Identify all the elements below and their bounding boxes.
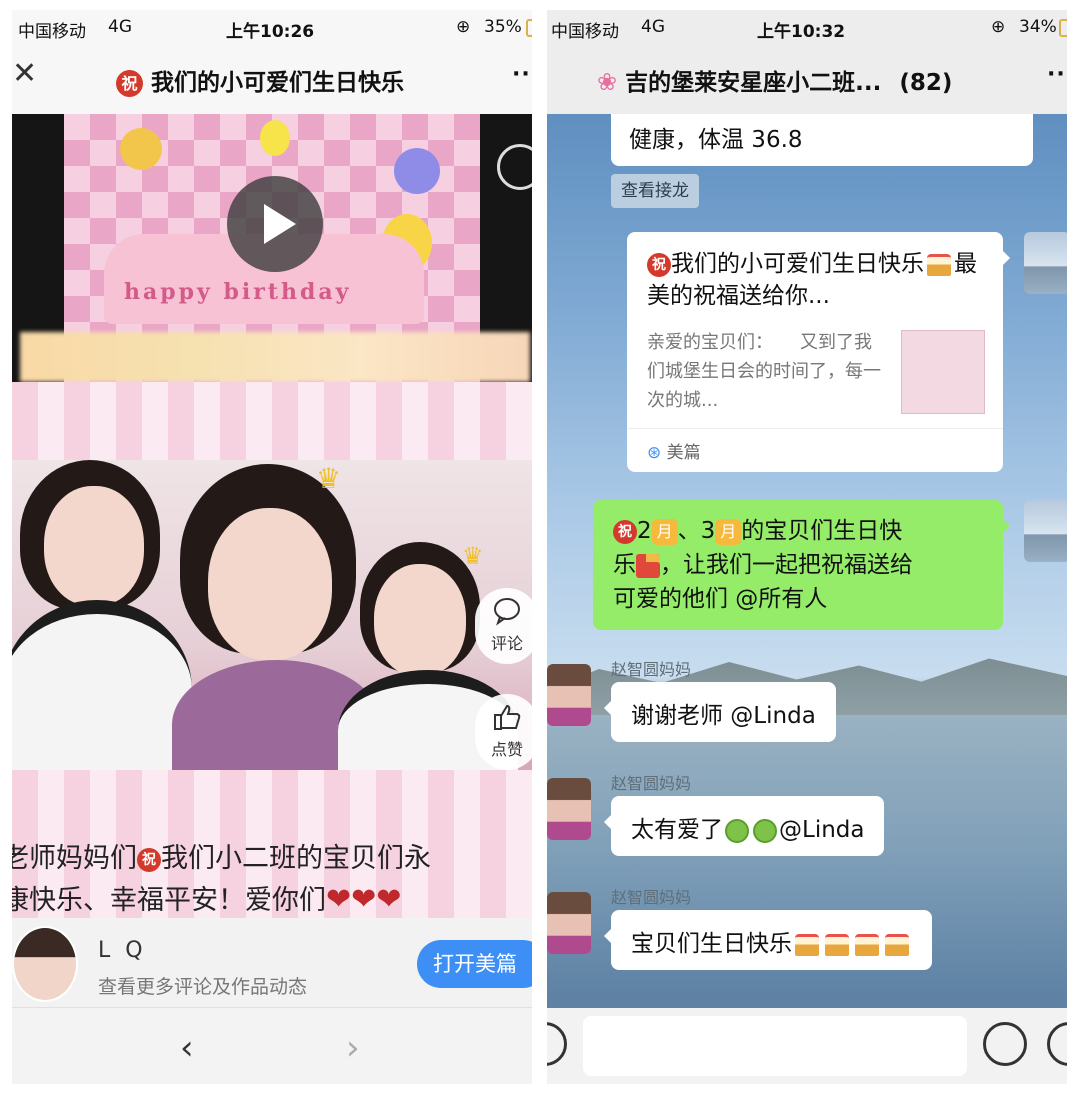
message-bubble: 宝贝们生日快乐 [604, 910, 932, 970]
back-arrow-icon[interactable]: ‹ [180, 1028, 194, 1068]
bear-balloon-icon [120, 128, 162, 170]
meipian-logo-icon: ⊛ [647, 443, 662, 463]
orientation-lock-icon: ⊕ [991, 17, 1006, 37]
more-comments-link[interactable]: 查看更多评论及作品动态 [98, 972, 307, 999]
article-share-card[interactable]: 祝我们的小可爱们生日快乐 最美的祝福送给你... 亲爱的宝贝们： 又到了我们城堡生… [627, 232, 1010, 472]
more-options-icon[interactable]: ·· [1047, 62, 1066, 87]
sender-name: 赵智圆妈妈 [611, 774, 692, 793]
open-meipian-button[interactable]: 打开美篇 [417, 940, 532, 988]
close-icon[interactable]: ✕ [12, 56, 37, 91]
sender-name: 赵智圆妈妈 [611, 660, 692, 679]
message-bubble: 健康，体温 36.8 [611, 114, 1033, 166]
cake-emoji-icon [795, 933, 819, 956]
card-description: 亲爱的宝贝们： 又到了我们城堡生日会的时间了，每一次的城... [647, 332, 881, 411]
zhu-badge-icon: 祝 [137, 847, 161, 872]
crown-icon: ♛ [316, 462, 342, 495]
page-title: 祝 我们的小可爱们生日快乐 [116, 63, 456, 97]
caption-line-2: 康快乐、幸福平安！爱你们❤❤❤ [12, 882, 402, 917]
wechat-group-chat-screen: 中国移动 4G 上午10:32 ⊕ 34% ❀ 吉的堡莱安星座小二班... (8… [547, 10, 1067, 1084]
sender-name: 赵智圆妈妈 [611, 888, 692, 907]
message-bubble: 谢谢老师 @Linda [604, 682, 836, 742]
flower-icon: ❀ [597, 68, 618, 96]
cake-emoji-icon [927, 253, 951, 276]
carrier-label: 中国移动 [18, 22, 86, 42]
network-label: 4G [108, 17, 132, 37]
sender-avatar[interactable] [547, 778, 591, 840]
status-bar: 中国移动 4G 上午10:32 ⊕ 34% [547, 10, 1067, 44]
clock: 上午10:26 [226, 22, 315, 42]
bear-balloon-icon [394, 148, 440, 194]
comment-icon [494, 598, 520, 626]
add-icon[interactable] [1047, 1022, 1067, 1066]
group-title: ❀ 吉的堡莱安星座小二班... (82) [597, 68, 953, 96]
caption-line-1: 老师妈妈们祝我们小二班的宝贝们永 [12, 843, 431, 874]
meipian-article-screen: 中国移动 4G 上午10:26 ⊕ 35% ✕ 祝 我们的小可爱们生日快乐 ··… [12, 10, 532, 1084]
month-badge: 月 [715, 518, 742, 545]
self-avatar[interactable] [1024, 232, 1067, 294]
teachers-photo: ♛ ♛ [12, 460, 532, 770]
emoji-icon [725, 818, 749, 843]
title-bar: ❀ 吉的堡莱安星座小二班... (82) ·· [547, 44, 1067, 114]
message-input[interactable] [583, 1016, 967, 1076]
cake-emoji-icon [855, 933, 879, 956]
author-bar: L Q 查看更多评论及作品动态 打开美篇 [12, 918, 532, 1008]
card-source: ⊛ 美篇 [647, 443, 701, 463]
title-bar: ✕ 祝 我们的小可爱们生日快乐 ·· [12, 44, 532, 114]
author-avatar[interactable] [12, 926, 78, 1002]
network-label: 4G [641, 17, 665, 37]
music-disc-icon[interactable] [497, 144, 532, 190]
card-title: 祝我们的小可爱们生日快乐 最美的祝福送给你... [647, 251, 977, 309]
cake-emoji-icon [885, 933, 909, 956]
browser-nav-bar: ‹ › [12, 1008, 532, 1084]
video-blur-band [20, 332, 530, 382]
decor-stripes [12, 382, 532, 460]
voice-icon[interactable] [547, 1022, 567, 1066]
gift-emoji-icon [636, 553, 660, 578]
emoji-smiley-icon[interactable] [983, 1022, 1027, 1066]
crown-icon: ♛ [462, 542, 484, 570]
birthday-announcement-bubble: 祝 2 月、3 月的宝贝们生日快 乐，让我们一起把祝福送给 可爱的他们 @所有人 [593, 500, 1010, 630]
author-name[interactable]: L Q [98, 938, 147, 963]
forward-arrow-icon[interactable]: › [346, 1028, 360, 1068]
play-icon[interactable] [227, 176, 323, 272]
status-bar: 中国移动 4G 上午10:26 ⊕ 35% [12, 10, 532, 44]
carrier-label: 中国移动 [551, 22, 619, 42]
balloon-icon [260, 120, 290, 156]
message-bubble: 太有爱了 @Linda [603, 796, 885, 856]
battery-percent: 34% [1019, 17, 1057, 37]
member-count: (82) [899, 70, 953, 96]
battery-icon [526, 19, 532, 37]
sender-avatar[interactable] [547, 664, 591, 726]
zhu-badge-icon: 祝 [647, 252, 671, 277]
battery-percent: 35% [484, 17, 522, 37]
cake-emoji-icon [825, 933, 849, 956]
more-options-icon[interactable]: ·· [512, 62, 531, 87]
clock: 上午10:32 [757, 22, 846, 42]
emoji-icon [753, 818, 777, 843]
heart-icon: ❤❤❤ [326, 882, 402, 917]
zhu-badge-icon: 祝 [116, 70, 143, 97]
comment-button[interactable]: 评论 [475, 588, 532, 664]
thumbs-up-icon [494, 704, 521, 730]
self-avatar[interactable] [1024, 500, 1067, 562]
sender-avatar[interactable] [547, 892, 591, 954]
chat-input-bar [547, 1008, 1067, 1084]
battery-icon [1059, 19, 1067, 37]
birthday-video[interactable]: happy birthday [12, 114, 532, 382]
card-thumbnail [901, 330, 985, 414]
orientation-lock-icon: ⊕ [456, 17, 471, 37]
month-badge: 月 [651, 518, 678, 545]
view-chain-button[interactable]: 查看接龙 [611, 174, 699, 208]
zhu-badge-icon: 祝 [613, 519, 637, 544]
cake-text: happy birthday [124, 279, 352, 305]
like-button[interactable]: 点赞 [475, 694, 532, 770]
